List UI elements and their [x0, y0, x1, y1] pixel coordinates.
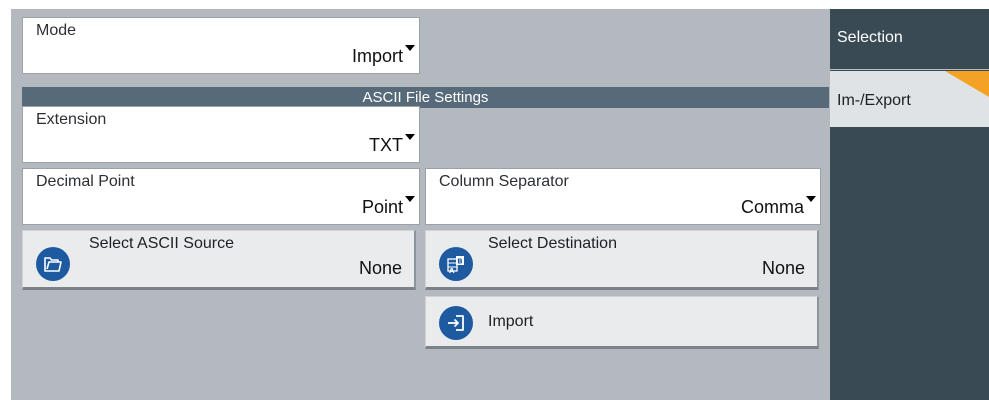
column-separator-value: Comma — [740, 197, 804, 217]
decimal-point-label: Decimal Point — [36, 173, 135, 190]
dropdown-arrow-icon — [405, 196, 415, 202]
dropdown-arrow-icon — [405, 134, 415, 140]
select-destination-label: Select Destination — [488, 235, 617, 252]
import-button[interactable]: Import — [425, 296, 819, 349]
select-ascii-source-value: None — [358, 258, 402, 278]
import-arrow-icon — [439, 306, 473, 340]
select-ascii-source-label: Select ASCII Source — [89, 235, 234, 252]
mode-dropdown[interactable]: Mode Import — [22, 17, 420, 74]
tab-selection[interactable]: Selection — [830, 9, 989, 70]
select-destination-button[interactable]: B A Select Destination None — [425, 230, 819, 290]
svg-text:A: A — [449, 267, 455, 275]
dropdown-arrow-icon — [806, 196, 816, 202]
side-tab-panel: Selection Im-/Export — [830, 9, 989, 400]
select-destination-value: None — [761, 258, 805, 278]
tab-im-export[interactable]: Im-/Export — [830, 71, 989, 127]
svg-text:B: B — [457, 258, 462, 266]
extension-dropdown[interactable]: Extension TXT — [22, 106, 420, 163]
ascii-file-settings-header: ASCII File Settings — [22, 87, 829, 108]
ab-table-icon: B A — [439, 247, 473, 281]
dropdown-arrow-icon — [405, 45, 415, 51]
column-separator-dropdown[interactable]: Column Separator Comma — [425, 168, 821, 225]
extension-value: TXT — [369, 135, 403, 155]
select-ascii-source-button[interactable]: Select ASCII Source None — [22, 230, 416, 290]
import-button-label: Import — [488, 313, 534, 330]
decimal-point-dropdown[interactable]: Decimal Point Point — [22, 168, 420, 225]
mode-value: Import — [351, 46, 403, 66]
extension-label: Extension — [36, 111, 107, 128]
column-separator-label: Column Separator — [439, 173, 569, 190]
im-export-panel: Mode Import ASCII File Settings Extensio… — [11, 9, 830, 400]
mode-label: Mode — [36, 22, 77, 39]
decimal-point-value: Point — [361, 197, 403, 217]
folder-open-icon — [36, 247, 70, 281]
active-tab-marker — [945, 71, 989, 97]
side-panel-empty — [830, 127, 989, 400]
tab-im-export-label: Im-/Export — [837, 92, 911, 109]
tab-selection-label: Selection — [837, 29, 903, 46]
